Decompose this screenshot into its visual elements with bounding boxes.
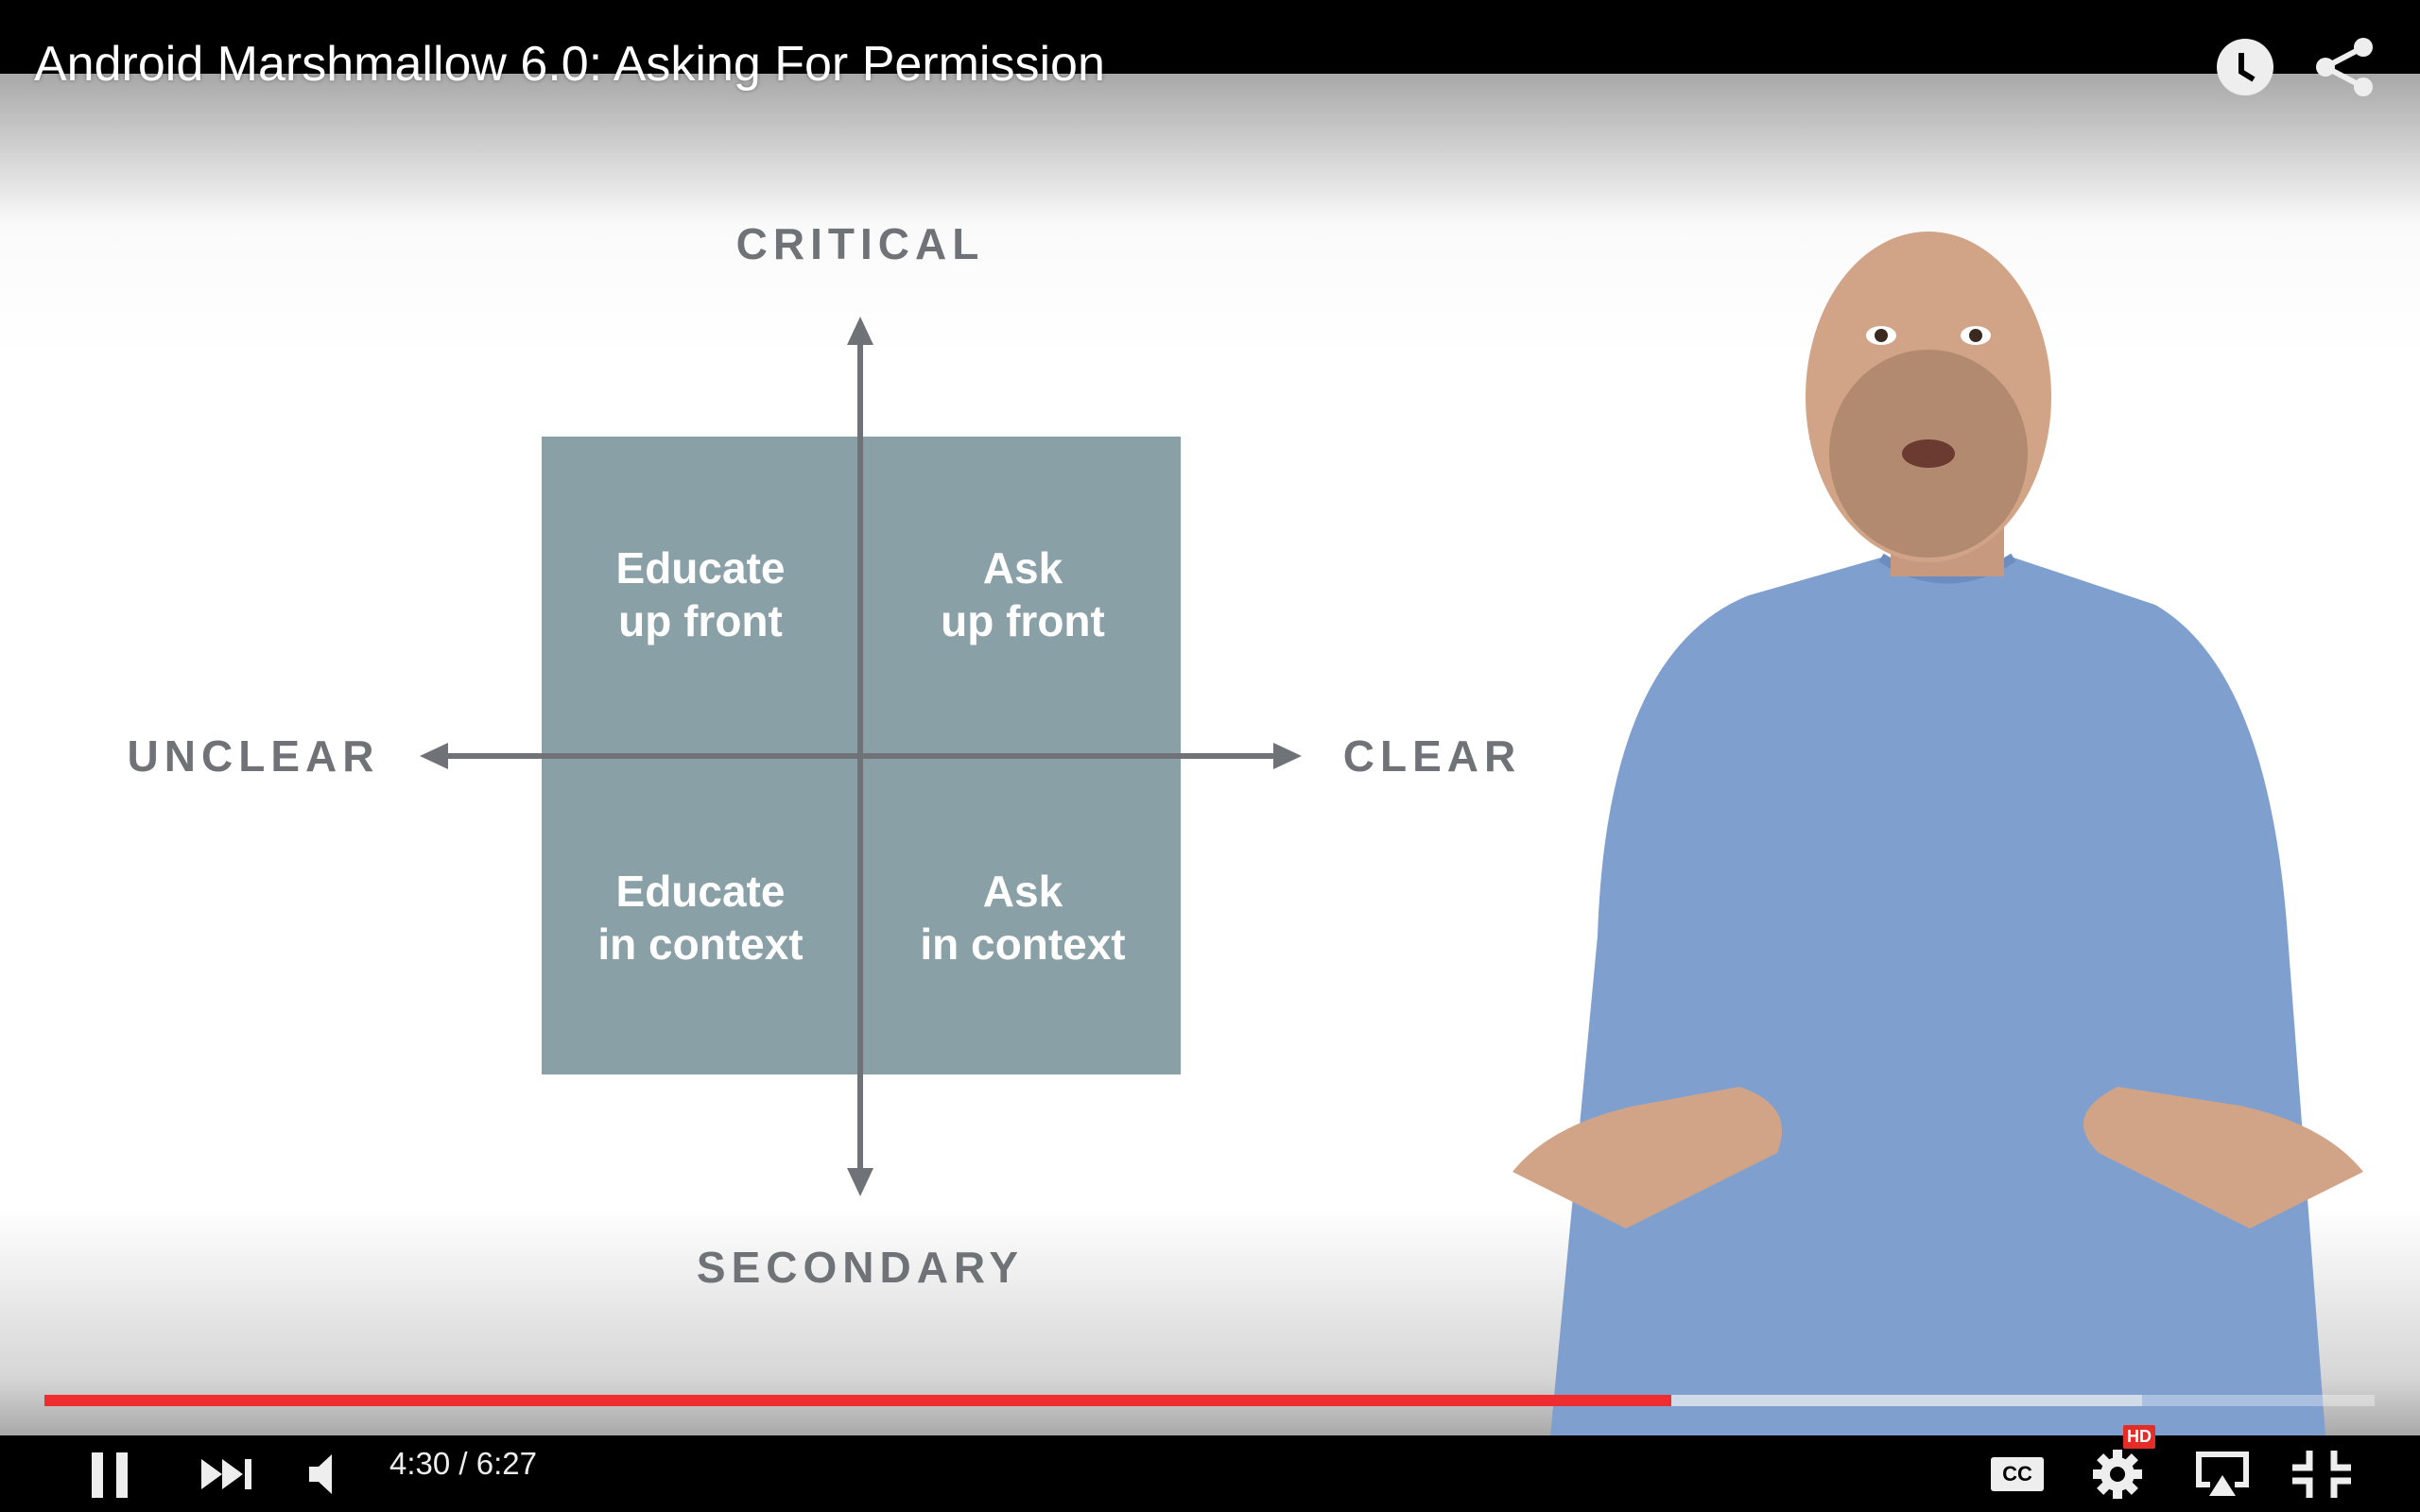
quadrant-line: Educate (615, 543, 786, 593)
clock-icon[interactable] (2214, 36, 2276, 98)
share-icon[interactable] (2314, 36, 2377, 98)
quadrant-educate-up-front: Educate up front (616, 541, 786, 647)
control-bar: 4:30 / 6:27 CC (0, 1435, 2420, 1512)
quadrant-line: in context (597, 919, 804, 969)
airplay-button[interactable] (2193, 1435, 2252, 1512)
next-button[interactable] (197, 1435, 257, 1512)
exit-fullscreen-button[interactable] (2288, 1435, 2356, 1512)
arrow-down-icon (847, 1168, 873, 1196)
presenter-image (1512, 232, 2363, 1436)
captions-button[interactable]: CC (1989, 1435, 2046, 1512)
arrow-right-icon (1273, 743, 1302, 769)
quadrant-line: Educate (615, 867, 786, 916)
airplay-icon (2196, 1451, 2249, 1496)
exit-fullscreen-icon (2292, 1450, 2351, 1498)
axis-label-unclear: UNCLEAR (127, 731, 380, 781)
axis-label-clear: CLEAR (1342, 731, 1522, 781)
progress-bar[interactable] (44, 1395, 2375, 1406)
pause-icon (92, 1452, 128, 1498)
arrow-up-icon (847, 317, 873, 345)
quadrant-line: up front (618, 596, 783, 645)
video-title[interactable]: Android Marshmallow 6.0: Asking For Perm… (34, 36, 1105, 93)
axis-label-secondary: SECONDARY (696, 1243, 1025, 1292)
quadrant-line: Ask (982, 543, 1063, 593)
progress-played (44, 1395, 1671, 1406)
axis-label-critical: CRITICAL (735, 219, 985, 268)
cc-icon: CC (1991, 1456, 2044, 1491)
quadrant-line: Ask (982, 867, 1063, 916)
pause-button[interactable] (85, 1435, 138, 1512)
hd-badge: HD (2123, 1425, 2155, 1449)
volume-icon (309, 1453, 332, 1494)
time-display: 4:30 / 6:27 (389, 1446, 537, 1481)
arrow-left-icon (420, 743, 448, 769)
quadrant-educate-in-context: Educate in context (597, 865, 803, 971)
quadrant-ask-up-front: Ask up front (941, 541, 1105, 647)
next-icon (201, 1458, 251, 1489)
quadrant-line: in context (920, 919, 1126, 969)
quadrant-ask-in-context: Ask in context (920, 865, 1125, 971)
quadrant-line: up front (941, 596, 1105, 645)
volume-button[interactable] (302, 1435, 350, 1512)
settings-icon (2093, 1449, 2142, 1499)
